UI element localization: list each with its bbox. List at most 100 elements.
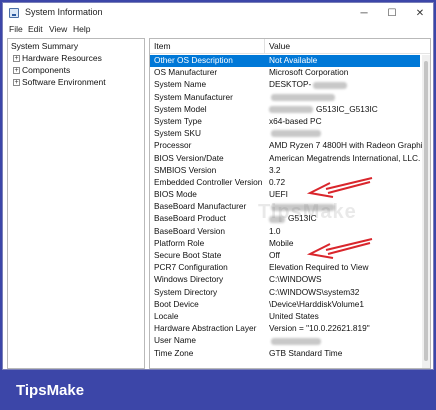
column-header-value[interactable]: Value xyxy=(269,41,290,51)
menu-file[interactable]: File xyxy=(9,24,23,34)
window-title: System Information xyxy=(25,7,103,17)
column-header-item[interactable]: Item xyxy=(154,41,171,51)
column-divider[interactable] xyxy=(264,39,265,53)
tree-item-label: Software Environment xyxy=(22,77,106,87)
scrollbar-thumb[interactable] xyxy=(424,61,428,361)
row-item-name: Secure Boot State xyxy=(154,250,222,260)
tree-item-label: Components xyxy=(22,65,71,75)
row-item-value: DESKTOP- xyxy=(269,79,348,89)
row-item-value: Not Available xyxy=(269,55,318,65)
row-item-name: System Type xyxy=(154,115,202,126)
table-row[interactable]: BaseBoard Version 1.0 xyxy=(150,226,420,238)
row-item-value xyxy=(269,128,321,138)
category-tree: System Summary + Hardware Resources + Comp… xyxy=(7,38,145,369)
tree-item-hardware-resources[interactable]: + Hardware Resources xyxy=(13,53,102,63)
row-item-value: United States xyxy=(269,310,319,321)
row-item-value: x64-based PC xyxy=(269,115,322,126)
table-row[interactable]: System SKU xyxy=(150,128,420,140)
row-item-name: PCR7 Configuration xyxy=(154,262,228,273)
table-row[interactable]: Boot Device \Device\HarddiskVolume1 xyxy=(150,299,420,311)
redacted-value xyxy=(271,130,321,138)
row-item-value: C:\WINDOWS\system32 xyxy=(269,286,360,297)
row-item-name: System Model xyxy=(154,103,207,114)
header-separator xyxy=(150,53,430,54)
annotation-arrow-bios-mode xyxy=(306,177,373,198)
minimize-button[interactable]: ─ xyxy=(351,3,377,23)
table-row[interactable]: User Name xyxy=(150,335,420,347)
footer-band: TipsMake xyxy=(0,370,436,410)
row-item-name: Hardware Abstraction Layer xyxy=(154,323,257,334)
table-row[interactable]: Embedded Controller Version 0.72 xyxy=(150,177,420,189)
table-row[interactable]: SMBIOS Version 3.2 xyxy=(150,165,420,177)
tree-item-label: System Summary xyxy=(11,41,79,51)
row-item-value: Microsoft Corporation xyxy=(269,67,349,78)
row-item-name: Other OS Description xyxy=(154,55,233,65)
table-row[interactable]: Secure Boot State Off xyxy=(150,250,420,262)
system-info-app-icon xyxy=(9,8,19,18)
row-item-value: Version = "10.0.22621.819" xyxy=(269,323,370,334)
menu-view[interactable]: View xyxy=(49,24,67,34)
row-item-value: UEFI xyxy=(269,189,288,200)
table-row[interactable]: Hardware Abstraction Layer Version = "10.… xyxy=(150,323,420,335)
table-row[interactable]: System Model G513IC_G513IC xyxy=(150,104,420,116)
row-item-value: 0.72 xyxy=(269,176,286,187)
table-row[interactable]: System Type x64-based PC xyxy=(150,116,420,128)
table-row[interactable]: Locale United States xyxy=(150,311,420,323)
watermark: TipsMake xyxy=(258,201,357,223)
table-row[interactable]: BIOS Mode UEFI xyxy=(150,189,420,201)
row-item-name: BIOS Mode xyxy=(154,189,197,200)
table-row[interactable]: Other OS Description Not Available xyxy=(150,55,420,68)
row-item-value: Elevation Required to View xyxy=(269,262,369,273)
row-item-name: System Manufacturer xyxy=(154,91,233,102)
row-item-value: Mobile xyxy=(269,237,294,248)
expand-icon[interactable]: + xyxy=(13,67,20,75)
row-item-name: BIOS Version/Date xyxy=(154,152,224,163)
row-item-name: Platform Role xyxy=(154,237,205,248)
redacted-value xyxy=(271,93,335,101)
row-item-name: SMBIOS Version xyxy=(154,164,217,175)
redacted-value xyxy=(313,81,348,89)
row-item-value: GTB Standard Time xyxy=(269,347,343,358)
row-item-value: AMD Ryzen 7 4800H with Radeon Graphics, … xyxy=(269,140,431,151)
row-item-name: Processor xyxy=(154,140,192,151)
row-item-name: BaseBoard Version xyxy=(154,225,226,236)
expand-icon[interactable]: + xyxy=(13,55,20,63)
table-row[interactable]: System Manufacturer xyxy=(150,92,420,104)
row-item-value xyxy=(269,92,335,102)
system-information-window: System Information ─ ☐ ✕ File Edit View … xyxy=(2,2,434,370)
row-item-name: BaseBoard Manufacturer xyxy=(154,201,247,212)
row-item-name: Locale xyxy=(154,310,179,321)
table-row[interactable]: BIOS Version/Date American Megatrends Int… xyxy=(150,152,430,165)
table-row[interactable]: Processor AMD Ryzen 7 4800H with Radeon G… xyxy=(150,140,430,152)
table-row[interactable]: Windows Directory C:\WINDOWS xyxy=(150,274,420,286)
tree-item-software-environment[interactable]: + Software Environment xyxy=(13,77,106,87)
row-item-name: User Name xyxy=(154,335,196,346)
table-row[interactable]: OS Manufacturer Microsoft Corporation xyxy=(150,67,420,79)
vertical-scrollbar[interactable] xyxy=(422,55,430,368)
row-item-value: C:\WINDOWS xyxy=(269,274,322,285)
tree-item-components[interactable]: + Components xyxy=(13,65,70,75)
menu-help[interactable]: Help xyxy=(73,24,90,34)
table-row[interactable]: PCR7 Configuration Elevation Required to … xyxy=(150,262,420,274)
table-row[interactable]: System Name DESKTOP- xyxy=(150,79,420,91)
maximize-button[interactable]: ☐ xyxy=(379,3,405,23)
row-item-value: 1.0 xyxy=(269,225,281,236)
table-row[interactable]: Platform Role Mobile xyxy=(150,238,420,250)
brand-logo-text: TipsMake xyxy=(16,382,85,399)
row-item-name: OS Manufacturer xyxy=(154,67,218,78)
row-item-value: G513IC_G513IC xyxy=(269,104,378,114)
expand-icon[interactable]: + xyxy=(13,79,20,87)
row-item-value xyxy=(269,335,321,345)
row-item-name: Windows Directory xyxy=(154,274,224,285)
table-row[interactable]: System Directory C:\WINDOWS\system32 xyxy=(150,287,420,299)
menu-edit[interactable]: Edit xyxy=(28,24,43,34)
table-row[interactable]: Time Zone GTB Standard Time xyxy=(150,348,420,360)
close-button[interactable]: ✕ xyxy=(407,3,433,23)
tree-item-system-summary[interactable]: System Summary xyxy=(11,41,78,51)
redacted-value xyxy=(269,106,313,114)
row-item-value: Off xyxy=(269,250,280,260)
annotation-arrow-secure-boot xyxy=(306,238,373,259)
row-item-value: American Megatrends International, LLC. … xyxy=(269,152,431,163)
row-item-name: BaseBoard Product xyxy=(154,213,226,224)
row-item-name: System Name xyxy=(154,79,207,90)
